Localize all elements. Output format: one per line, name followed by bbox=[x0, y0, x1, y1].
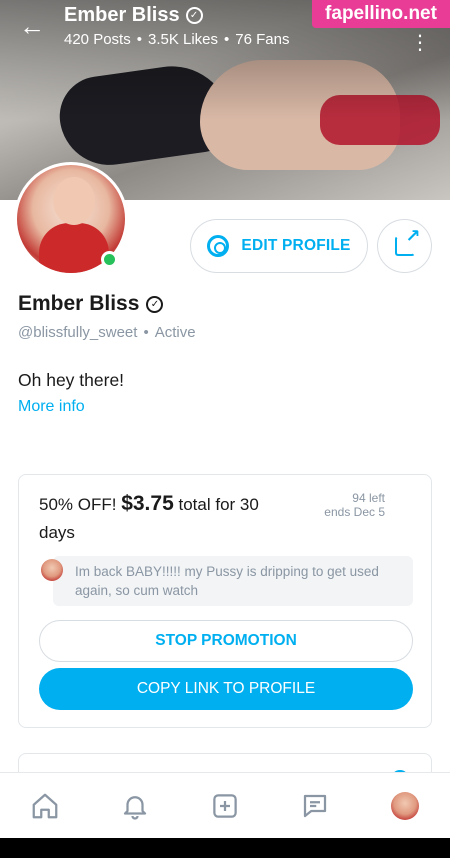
profile-bio: Oh hey there! bbox=[18, 370, 125, 390]
nav-add-post[interactable] bbox=[201, 782, 249, 830]
more-info-link[interactable]: More info bbox=[18, 398, 85, 416]
profile-status: Active bbox=[154, 324, 196, 341]
handle-row: @blissfully_sweet • Active bbox=[18, 324, 196, 341]
profile-name: Ember Bliss bbox=[18, 292, 140, 315]
stop-promotion-button[interactable]: STOP PROMOTION bbox=[39, 620, 413, 662]
profile-name-row: Ember Bliss ✓ bbox=[18, 292, 164, 316]
watermark: fapellino.net bbox=[312, 0, 450, 28]
promotion-meta: 94 left ends Dec 5 bbox=[324, 491, 385, 519]
header-title: Ember Bliss bbox=[64, 4, 180, 26]
nav-notifications[interactable] bbox=[111, 782, 159, 830]
edit-profile-button[interactable]: EDIT PROFILE bbox=[190, 219, 368, 273]
nav-messages[interactable] bbox=[291, 782, 339, 830]
bottom-nav bbox=[0, 772, 450, 838]
likes-count: 3.5K Likes bbox=[147, 31, 219, 48]
copy-link-button[interactable]: COPY LINK TO PROFILE bbox=[39, 668, 413, 710]
verified-icon: ✓ bbox=[146, 295, 164, 313]
promotion-ends: ends Dec 5 bbox=[324, 505, 385, 519]
gear-icon bbox=[207, 235, 230, 257]
more-menu-icon[interactable]: ⋮ bbox=[410, 30, 430, 55]
nav-profile[interactable] bbox=[381, 782, 429, 830]
avatar-head bbox=[53, 177, 95, 225]
posts-count: 420 Posts bbox=[64, 31, 131, 48]
status-separator: • bbox=[143, 324, 149, 341]
home-icon bbox=[32, 793, 58, 818]
stats-separator: • bbox=[224, 31, 230, 48]
add-post-icon bbox=[213, 793, 237, 818]
back-arrow-icon[interactable]: ← bbox=[18, 12, 46, 40]
online-status-dot bbox=[101, 251, 118, 268]
promotion-title: 50% OFF! $3.75 total for 30 days bbox=[39, 490, 289, 547]
share-button[interactable] bbox=[377, 219, 432, 273]
nav-home[interactable] bbox=[21, 782, 69, 830]
fans-count: 76 Fans bbox=[235, 31, 290, 48]
system-navigation-bar bbox=[0, 838, 450, 858]
edit-profile-label: EDIT PROFILE bbox=[241, 237, 351, 254]
bell-icon bbox=[123, 795, 147, 820]
promotion-message: Im back BABY!!!!! my Pussy is dripping t… bbox=[39, 556, 413, 606]
avatar-shirt bbox=[39, 223, 109, 273]
message-avatar bbox=[41, 559, 63, 581]
share-icon bbox=[394, 226, 421, 256]
verified-icon: ✓ bbox=[185, 7, 203, 24]
profile-avatar-icon bbox=[391, 791, 419, 820]
message-bubble: Im back BABY!!!!! my Pussy is dripping t… bbox=[53, 556, 413, 606]
promotion-offer: 50% OFF! bbox=[39, 495, 117, 514]
stats-separator: • bbox=[136, 31, 142, 48]
header-stats: 420 Posts • 3.5K Likes • 76 Fans bbox=[64, 31, 290, 48]
header-title-row: Ember Bliss ✓ bbox=[64, 4, 203, 27]
promotion-left: 94 left bbox=[352, 491, 385, 505]
messages-icon bbox=[303, 794, 327, 817]
promotion-card: 50% OFF! $3.75 total for 30 days 94 left… bbox=[18, 474, 432, 728]
profile-handle: @blissfully_sweet bbox=[18, 324, 138, 341]
promotion-price: $3.75 bbox=[121, 492, 174, 515]
